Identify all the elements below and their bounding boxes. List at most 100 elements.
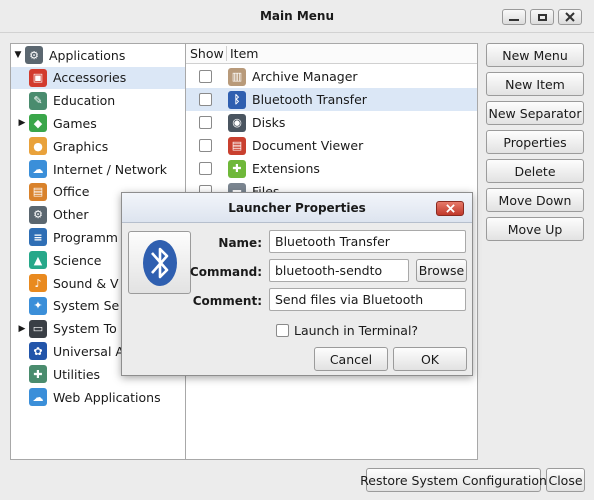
- checkbox-box[interactable]: [276, 324, 289, 337]
- restore-system-configuration-button[interactable]: Restore System Configuration: [360, 468, 547, 492]
- palette-icon: ●: [29, 137, 47, 156]
- list-item[interactable]: ✚ Extensions: [186, 157, 477, 180]
- close-icon: [445, 204, 455, 213]
- move-down-button[interactable]: Move Down: [486, 188, 584, 212]
- archive-icon: ▥: [228, 67, 246, 86]
- collapse-arrow-icon[interactable]: ▶: [15, 324, 29, 334]
- gear-icon: ⚙: [25, 46, 43, 64]
- flask-icon: ▲: [29, 251, 47, 270]
- list-item[interactable]: ▤ Document Viewer: [186, 134, 477, 157]
- expand-arrow-icon[interactable]: ▼: [11, 50, 25, 60]
- name-field[interactable]: Bluetooth Transfer: [269, 230, 466, 253]
- launcher-icon-button[interactable]: [128, 231, 191, 294]
- category-label: Accessories: [53, 70, 127, 86]
- list-item-label: Document Viewer: [252, 138, 364, 153]
- show-checkbox[interactable]: [199, 70, 212, 83]
- monitor-icon: ▭: [29, 319, 47, 338]
- browse-button[interactable]: Browse: [416, 259, 467, 282]
- show-checkbox[interactable]: [199, 116, 212, 129]
- maximize-button[interactable]: [530, 9, 554, 25]
- cloud-icon: ☁: [29, 160, 47, 178]
- new-item-button[interactable]: New Item: [486, 72, 584, 96]
- category-label: Utilities: [53, 366, 101, 382]
- close-icon: [565, 12, 575, 22]
- list-item[interactable]: ▥ Archive Manager: [186, 65, 477, 88]
- delete-button[interactable]: Delete: [486, 159, 584, 183]
- education-icon: ✎: [29, 91, 47, 110]
- move-up-button[interactable]: Move Up: [486, 217, 584, 241]
- category-label: Internet / Network: [53, 161, 167, 177]
- show-checkbox[interactable]: [199, 162, 212, 175]
- briefcase-icon: ▤: [29, 182, 47, 201]
- category-item[interactable]: ✎ Education: [11, 90, 185, 112]
- new-menu-button[interactable]: New Menu: [486, 43, 584, 67]
- gear-icon: ⚙: [29, 205, 47, 224]
- category-label: Education: [53, 93, 116, 109]
- window-titlebar: Main Menu: [0, 0, 594, 33]
- category-label: Other: [53, 207, 89, 223]
- minimize-icon: [509, 19, 519, 21]
- category-label: Games: [53, 115, 97, 131]
- category-label: Graphics: [53, 138, 109, 154]
- new-separator-button[interactable]: New Separator: [486, 101, 584, 125]
- category-item[interactable]: ● Graphics: [11, 135, 185, 157]
- close-button[interactable]: Close: [546, 468, 585, 492]
- bluetooth-icon: ᛒ: [228, 90, 246, 109]
- dialog-titlebar: Launcher Properties: [122, 193, 472, 223]
- command-field[interactable]: bluetooth-sendto: [269, 259, 409, 282]
- maximize-icon: [537, 13, 547, 21]
- category-item[interactable]: ▼ ⚙ Applications: [11, 44, 185, 66]
- accessibility-icon: ✿: [29, 342, 47, 361]
- code-icon: ≡: [29, 228, 47, 247]
- category-label: Science: [53, 252, 102, 268]
- list-item-label: Disks: [252, 115, 286, 130]
- launch-in-terminal-label: Launch in Terminal?: [294, 323, 419, 338]
- category-label: Applications: [49, 47, 126, 63]
- category-label: Programm: [53, 229, 118, 245]
- puzzle-icon: ✚: [228, 159, 246, 178]
- list-item-label: Archive Manager: [252, 69, 358, 84]
- gamepad-icon: ◆: [29, 114, 47, 133]
- utilities-icon: ✚: [29, 365, 47, 384]
- properties-button[interactable]: Properties: [486, 130, 584, 154]
- category-label: System To: [53, 321, 117, 337]
- category-label: Sound & V: [53, 275, 119, 291]
- cloud-icon: ☁: [29, 388, 47, 406]
- list-item[interactable]: ᛒ Bluetooth Transfer: [186, 88, 477, 111]
- minimize-button[interactable]: [502, 9, 526, 25]
- cancel-button[interactable]: Cancel: [314, 347, 388, 371]
- toolbox-icon: ▣: [29, 68, 47, 87]
- name-label: Name:: [218, 236, 262, 250]
- category-item[interactable]: ☁ Web Applications: [11, 386, 185, 408]
- show-checkbox[interactable]: [199, 93, 212, 106]
- dialog-close-button[interactable]: [436, 201, 464, 216]
- show-column-header[interactable]: Show: [190, 46, 226, 61]
- music-icon: ♪: [29, 274, 47, 292]
- document-icon: ▤: [228, 136, 246, 155]
- comment-label: Comment:: [192, 294, 262, 308]
- command-label: Command:: [189, 265, 262, 279]
- item-column-header[interactable]: Item: [226, 46, 258, 61]
- category-label: Universal A: [53, 343, 124, 359]
- disk-icon: ◉: [228, 113, 246, 132]
- category-item[interactable]: ☁ Internet / Network: [11, 158, 185, 180]
- list-item[interactable]: ◉ Disks: [186, 111, 477, 134]
- window-close-button[interactable]: [558, 9, 582, 25]
- launcher-properties-dialog: Launcher Properties Name: Bluetooth Tran…: [121, 192, 473, 376]
- category-label: System Se: [53, 298, 120, 314]
- list-item-label: Extensions: [252, 161, 320, 176]
- comment-field[interactable]: Send files via Bluetooth: [269, 288, 466, 311]
- list-item-label: Bluetooth Transfer: [252, 92, 367, 107]
- settings-icon: ✦: [29, 296, 47, 315]
- collapse-arrow-icon[interactable]: ▶: [15, 118, 29, 128]
- launch-in-terminal-checkbox[interactable]: Launch in Terminal?: [276, 323, 418, 338]
- list-header: Show Item: [186, 44, 477, 64]
- show-checkbox[interactable]: [199, 139, 212, 152]
- category-item[interactable]: ▣ Accessories: [11, 66, 185, 89]
- category-label: Web Applications: [53, 389, 161, 405]
- category-item[interactable]: ▶ ◆ Games: [11, 112, 185, 134]
- ok-button[interactable]: OK: [393, 347, 467, 371]
- dialog-title: Launcher Properties: [228, 201, 366, 215]
- bluetooth-icon: [142, 239, 177, 286]
- category-label: Office: [53, 184, 90, 200]
